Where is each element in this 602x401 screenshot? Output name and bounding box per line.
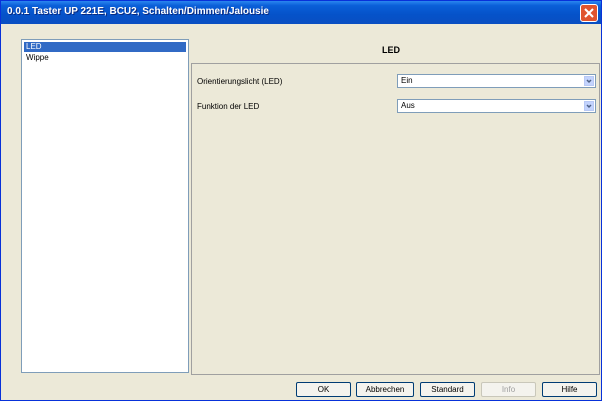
parameter-panel: Orientierungslicht (LED) Ein Funktion de…	[191, 63, 600, 375]
funktion-led-select[interactable]: Aus	[397, 99, 596, 113]
window-title: 0.0.1 Taster UP 221E, BCU2, Schalten/Dim…	[7, 6, 269, 17]
tree-item-led[interactable]: LED	[24, 42, 186, 52]
title-bar[interactable]: 0.0.1 Taster UP 221E, BCU2, Schalten/Dim…	[1, 1, 601, 24]
panel-title: LED	[382, 45, 400, 55]
chevron-down-icon[interactable]	[584, 101, 594, 111]
tree-item-wippe[interactable]: Wippe	[24, 53, 51, 63]
parameter-tree[interactable]: LED Wippe	[21, 39, 189, 373]
tree-item-label: LED	[26, 42, 42, 51]
close-icon	[584, 8, 594, 18]
orientierungslicht-select[interactable]: Ein	[397, 74, 596, 88]
info-button[interactable]: Info	[481, 382, 536, 397]
close-button[interactable]	[580, 4, 598, 22]
tree-item-label: Wippe	[26, 53, 49, 62]
param-label-orientierungslicht: Orientierungslicht (LED)	[197, 77, 283, 86]
param-label-funktion: Funktion der LED	[197, 102, 260, 111]
cancel-button[interactable]: Abbrechen	[356, 382, 414, 397]
standard-button[interactable]: Standard	[420, 382, 475, 397]
chevron-down-icon[interactable]	[584, 76, 594, 86]
ok-button[interactable]: OK	[296, 382, 351, 397]
dialog-window: 0.0.1 Taster UP 221E, BCU2, Schalten/Dim…	[0, 0, 602, 401]
help-button[interactable]: Hilfe	[542, 382, 597, 397]
select-value: Aus	[401, 101, 415, 110]
select-value: Ein	[401, 76, 413, 85]
